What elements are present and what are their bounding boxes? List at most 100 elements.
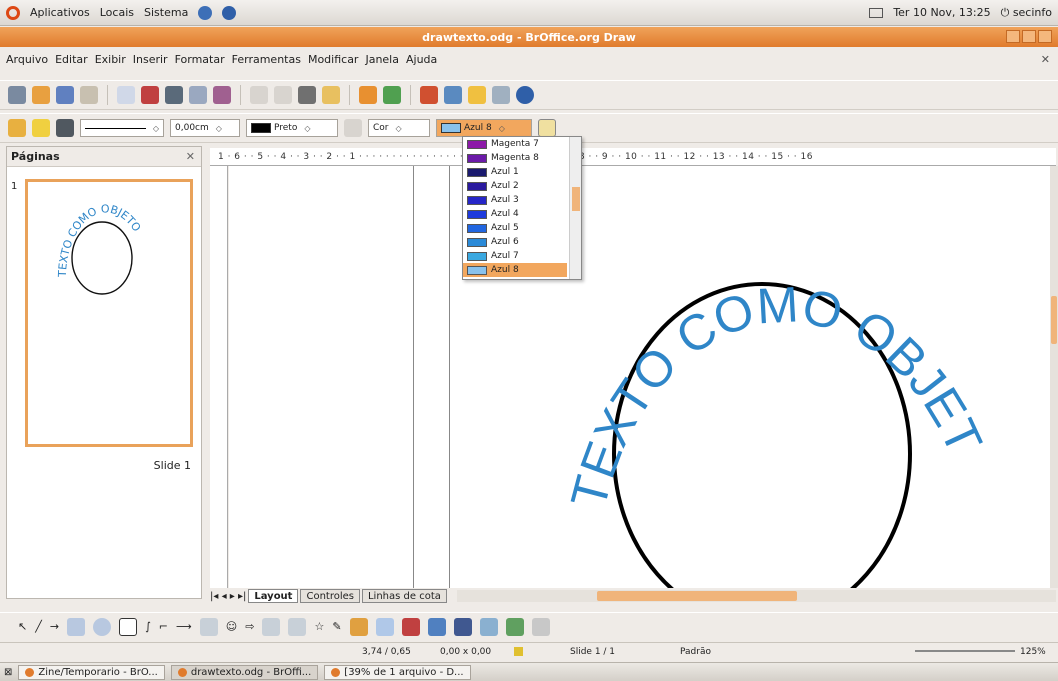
export-pdf-icon[interactable] <box>141 86 159 104</box>
zoom-icon[interactable] <box>492 86 510 104</box>
area-color-dropdown[interactable]: Magenta 7 Magenta 8 Azul 1 Azul 2 Azul 3… <box>462 136 582 280</box>
system-menu[interactable]: Sistema <box>144 6 188 19</box>
taskbar-item-active[interactable]: drawtexto.odg - BrOffi... <box>170 664 319 680</box>
from-file-icon[interactable] <box>401 617 420 636</box>
tab-layout[interactable]: Layout <box>248 589 299 603</box>
connector-icon[interactable]: ⌐ <box>159 620 168 633</box>
shadow-icon[interactable] <box>538 119 556 137</box>
vertical-ruler[interactable] <box>210 166 228 588</box>
vertical-scroll-thumb[interactable] <box>1051 296 1057 344</box>
menu-ferramentas[interactable]: Ferramentas <box>232 53 301 66</box>
tab-controles[interactable]: Controles <box>300 589 360 603</box>
save-icon[interactable] <box>56 86 74 104</box>
points-icon[interactable]: ✎ <box>332 620 341 633</box>
email-icon[interactable] <box>80 86 98 104</box>
zoom-level[interactable]: 125% <box>1020 647 1046 657</box>
places-menu[interactable]: Locais <box>100 6 134 19</box>
effects-icon[interactable] <box>453 617 472 636</box>
dropdown-scrollbar[interactable] <box>569 137 581 279</box>
line-tool-icon[interactable]: ╱ <box>35 620 42 633</box>
rectangle-icon[interactable] <box>67 617 86 636</box>
menu-janela[interactable]: Janela <box>365 53 399 66</box>
menu-arquivo[interactable]: Arquivo <box>6 53 48 66</box>
edit-file-icon[interactable] <box>117 86 135 104</box>
color-option[interactable]: Magenta 8 <box>463 151 567 165</box>
redo-icon[interactable] <box>383 86 401 104</box>
ellipse-icon[interactable] <box>93 617 112 636</box>
new-document-icon[interactable] <box>8 86 26 104</box>
extrusion-icon[interactable] <box>531 617 550 636</box>
stars-icon[interactable]: ☆ <box>314 620 324 633</box>
menu-editar[interactable]: Editar <box>55 53 88 66</box>
zoom-slider[interactable] <box>915 650 1015 652</box>
basic-shapes-icon[interactable] <box>199 617 218 636</box>
area-style-select[interactable]: Cor ◇ <box>368 119 430 137</box>
line-style-select[interactable]: ◇ <box>80 119 164 137</box>
line-color-select[interactable]: Preto ◇ <box>246 119 338 137</box>
menu-ajuda[interactable]: Ajuda <box>406 53 437 66</box>
drawing-canvas[interactable]: TEXTO COMO OBJETO <box>229 166 1051 588</box>
help-icon[interactable] <box>516 86 534 104</box>
symbol-shapes-icon[interactable]: ☺ <box>226 620 237 633</box>
undo-icon[interactable] <box>359 86 377 104</box>
horizontal-scroll-thumb[interactable] <box>596 591 797 601</box>
color-option[interactable]: Azul 7 <box>463 249 567 263</box>
color-option[interactable]: Azul 3 <box>463 193 567 207</box>
tab-linhas-de-cota[interactable]: Linhas de cota <box>361 589 447 603</box>
styles-icon[interactable] <box>8 119 26 137</box>
line-icon[interactable] <box>32 119 50 137</box>
hyperlink-icon[interactable] <box>468 86 486 104</box>
select-icon[interactable]: ↖ <box>18 620 27 633</box>
maximize-button[interactable] <box>1022 30 1036 43</box>
mail-icon[interactable] <box>869 7 884 18</box>
arrow-style-icon[interactable] <box>56 119 74 137</box>
firefox-launcher-icon[interactable] <box>198 5 213 20</box>
show-desktop-icon[interactable]: ⊠ <box>4 667 12 678</box>
clone-format-icon[interactable] <box>322 86 340 104</box>
color-option[interactable]: Magenta 7 <box>463 137 567 151</box>
arrange-icon[interactable] <box>505 617 524 636</box>
text-icon[interactable] <box>119 617 138 636</box>
horizontal-scrollbar[interactable] <box>456 590 1056 602</box>
taskbar-item[interactable]: Zine/Temporario - BrO... <box>18 664 165 680</box>
navigator-icon[interactable] <box>444 86 462 104</box>
area-icon[interactable] <box>344 119 362 137</box>
glue-points-icon[interactable] <box>349 617 368 636</box>
vertical-scrollbar[interactable] <box>1050 166 1058 588</box>
color-option-selected[interactable]: Azul 8 <box>463 263 567 277</box>
clock[interactable]: Ter 10 Nov, 13:25 <box>893 6 990 19</box>
lines-arrows-icon[interactable]: ⟶ <box>176 620 192 633</box>
menu-exibir[interactable]: Exibir <box>95 53 126 66</box>
curved-text-object[interactable]: TEXTO COMO OBJETO <box>229 166 993 514</box>
color-option[interactable]: Azul 5 <box>463 221 567 235</box>
fontwork-icon[interactable] <box>375 617 394 636</box>
applications-menu[interactable]: Aplicativos <box>30 6 90 19</box>
color-option[interactable]: Azul 1 <box>463 165 567 179</box>
autospell-icon[interactable] <box>213 86 231 104</box>
user-menu[interactable]: ⏻ secinfo <box>1001 6 1052 20</box>
flowchart-icon[interactable] <box>262 617 281 636</box>
spellcheck-icon[interactable] <box>189 86 207 104</box>
dropdown-scroll-thumb[interactable] <box>572 187 580 211</box>
callouts-icon[interactable] <box>288 617 307 636</box>
block-arrows-icon[interactable]: ⇨ <box>245 620 254 633</box>
menu-modificar[interactable]: Modificar <box>308 53 359 66</box>
close-window-button[interactable] <box>1038 30 1052 43</box>
open-icon[interactable] <box>32 86 50 104</box>
chart-icon[interactable] <box>420 86 438 104</box>
color-option[interactable]: Azul 4 <box>463 207 567 221</box>
arrow-line-icon[interactable]: → <box>50 620 59 633</box>
align-icon[interactable] <box>479 617 498 636</box>
horizontal-ruler[interactable]: 1 · 6 · · 5 · · 4 · · 3 · · 2 · · 1 · · … <box>210 148 1056 166</box>
menu-formatar[interactable]: Formatar <box>175 53 225 66</box>
close-document-icon[interactable]: ✕ <box>1041 53 1050 66</box>
close-panel-icon[interactable]: ✕ <box>186 150 195 163</box>
area-color-select[interactable]: Azul 8 ◇ <box>436 119 532 137</box>
color-option[interactable]: Azul 2 <box>463 179 567 193</box>
tab-nav-buttons[interactable]: |◂ ◂ ▸ ▸| <box>210 591 246 602</box>
taskbar-item[interactable]: [39% de 1 arquivo - D... <box>324 664 471 680</box>
print-icon[interactable] <box>165 86 183 104</box>
gallery-icon[interactable] <box>427 617 446 636</box>
window-titlebar[interactable]: drawtexto.odg - BrOffice.org Draw <box>0 27 1058 47</box>
minimize-button[interactable] <box>1006 30 1020 43</box>
